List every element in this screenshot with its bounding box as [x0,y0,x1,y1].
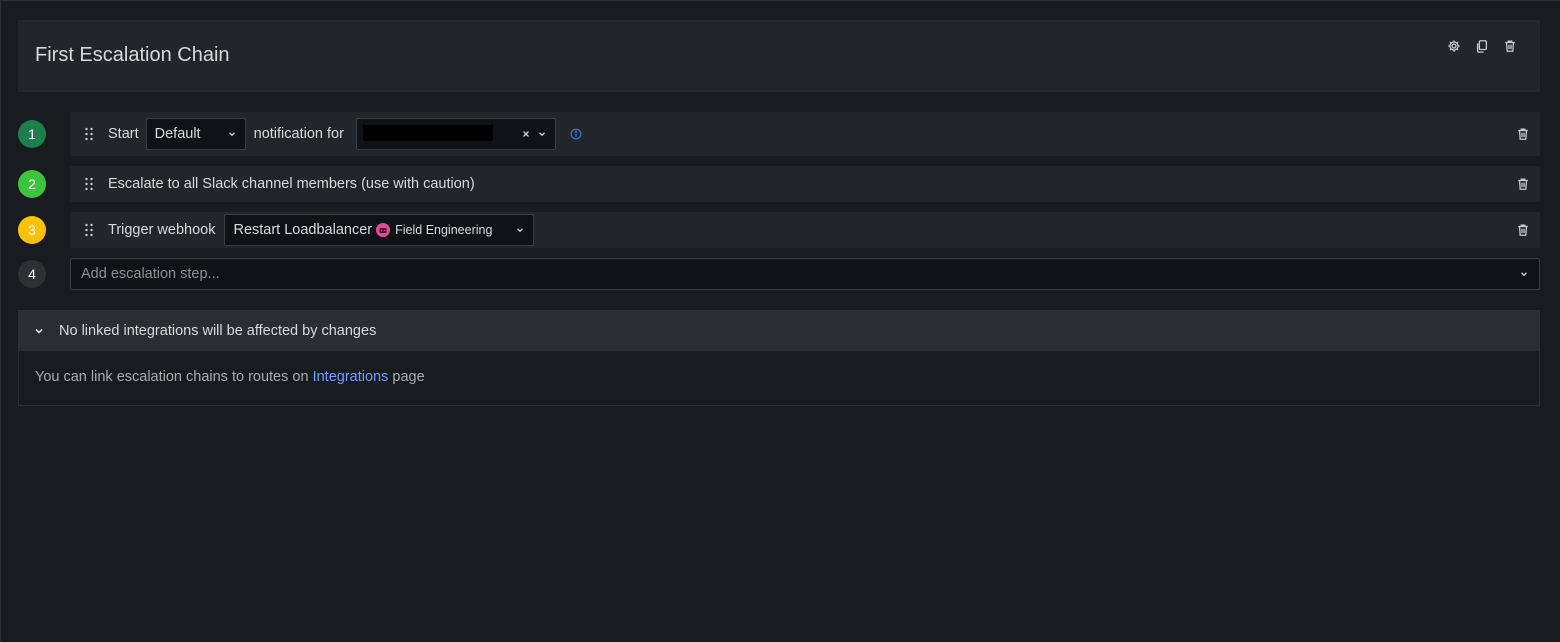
chevron-down-icon [517,228,524,233]
drag-handle-icon [85,127,93,141]
page-title: First Escalation Chain [35,44,230,66]
delete-step-icon[interactable] [1516,177,1530,191]
body-suffix: page [392,369,425,385]
step-text: Escalate to all Slack channel members (u… [108,176,475,192]
add-escalation-step-select[interactable]: Add escalation step... [70,258,1540,290]
team-name: Field Engineering [395,223,493,237]
info-icon[interactable] [570,128,582,140]
importance-select[interactable]: Default [145,118,246,150]
body-prefix: You can link escalation chains to routes… [35,369,309,385]
notify-target-select[interactable] [355,118,556,150]
copy-icon [1476,40,1488,53]
drag-handle[interactable] [82,223,96,237]
linked-integrations-body: You can link escalation chains to routes… [19,351,1539,403]
step-box: Escalate to all Slack channel members (u… [70,166,1540,202]
step-number-badge: 2 [18,170,46,198]
start-label: Start [108,126,139,142]
escalation-step-1: 1 Start Default notification for [18,112,1540,156]
trash-icon [1505,40,1515,52]
trigger-webhook-label: Trigger webhook [108,222,216,238]
drag-handle[interactable] [82,127,96,141]
gear-icon [1448,40,1460,52]
escalation-step-4: 4 Add escalation step... [18,258,1540,290]
chevron-down-icon [35,328,43,334]
redacted-value [362,125,493,141]
integrations-link[interactable]: Integrations [313,369,389,385]
delete-chain-button[interactable] [1501,37,1519,55]
escalation-step-2: 2 Escalate to all Slack channel members … [18,166,1540,202]
escalation-chain-header: First Escalation Chain [18,20,1540,92]
escalation-step-3: 3 Trigger webhook Restart Loadbalancer F… [18,212,1540,248]
step-number-badge: 1 [18,120,46,148]
drag-handle-icon [85,177,93,191]
delete-step-icon[interactable] [1516,127,1530,141]
webhook-select[interactable]: Restart Loadbalancer Field Engineering [224,214,535,246]
team-avatar-icon [376,223,391,237]
settings-button[interactable] [1445,37,1463,55]
copy-button[interactable] [1473,37,1491,55]
chevron-down-icon [538,132,545,137]
webhook-name: Restart Loadbalancer [233,222,373,238]
step-box: Trigger webhook Restart Loadbalancer Fie… [70,212,1540,248]
chevron-down-icon [1521,272,1527,277]
header-actions [1445,37,1519,55]
step-number-badge: 4 [18,260,46,288]
add-step-placeholder: Add escalation step... [81,266,220,282]
chevron-down-icon [228,132,235,137]
linked-integrations-title: No linked integrations will be affected … [59,323,377,339]
linked-integrations-panel: No linked integrations will be affected … [18,310,1540,406]
step-number-badge: 3 [18,216,46,244]
importance-value: Default [154,126,201,142]
drag-handle-icon [85,223,93,237]
drag-handle[interactable] [82,177,96,191]
clear-icon[interactable] [521,129,531,139]
delete-step-icon[interactable] [1516,223,1530,237]
step-box: Start Default notification for [70,112,1540,156]
notification-for-label: notification for [253,126,344,142]
linked-integrations-toggle[interactable]: No linked integrations will be affected … [19,311,1539,351]
